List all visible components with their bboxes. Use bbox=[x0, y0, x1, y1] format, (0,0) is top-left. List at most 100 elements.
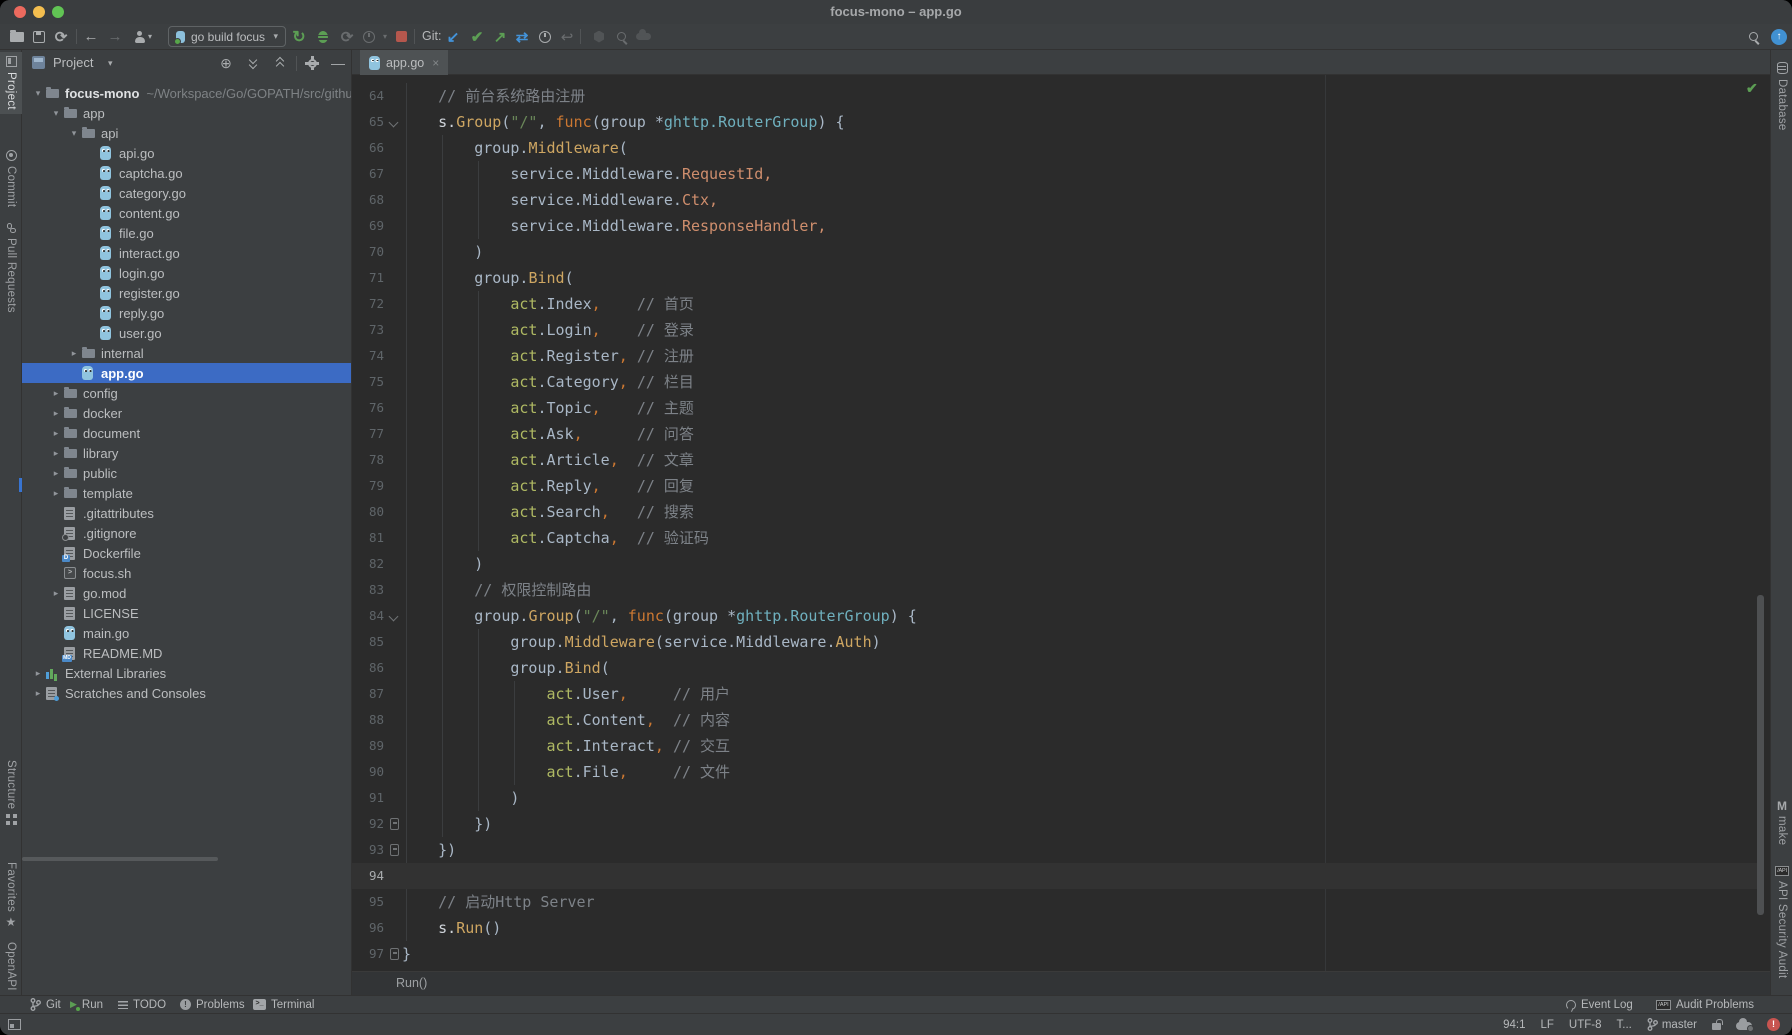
code-line-95[interactable]: 95 // 启动Http Server bbox=[352, 889, 1770, 915]
tree-item-scratches-and-consoles[interactable]: ▸Scratches and Consoles bbox=[22, 683, 352, 703]
open-icon[interactable] bbox=[6, 25, 28, 48]
chevron-right-icon[interactable]: ▸ bbox=[30, 688, 46, 699]
tool-window-switcher-icon[interactable] bbox=[8, 1019, 21, 1030]
tool-window-button-audit-problems[interactable]: /APIAudit Problems bbox=[1656, 996, 1754, 1013]
hide-icon[interactable]: — bbox=[328, 55, 348, 71]
fold-collapsed-icon[interactable] bbox=[390, 818, 399, 830]
tool-window-button-database[interactable]: Database bbox=[1771, 62, 1792, 131]
line-number[interactable]: 66 bbox=[352, 135, 384, 161]
code-line-96[interactable]: 96 s.Run() bbox=[352, 915, 1770, 941]
line-number[interactable]: 64 bbox=[352, 83, 384, 109]
locate-icon[interactable]: ⊕ bbox=[216, 55, 236, 71]
line-number[interactable]: 75 bbox=[352, 369, 384, 395]
tree-item-internal[interactable]: ▸internal bbox=[22, 343, 352, 363]
caret-position-widget[interactable]: 94:1 bbox=[1503, 1019, 1525, 1031]
line-number[interactable]: 86 bbox=[352, 655, 384, 681]
indent-widget[interactable]: T... bbox=[1617, 1019, 1632, 1031]
code-line-69[interactable]: 69 service.Middleware.ResponseHandler, bbox=[352, 213, 1770, 239]
tree-item-library[interactable]: ▸library bbox=[22, 443, 352, 463]
chevron-right-icon[interactable]: ▸ bbox=[48, 588, 64, 599]
tool-window-button-make[interactable]: Mmake bbox=[1771, 800, 1792, 845]
code-line-71[interactable]: 71 group.Bind( bbox=[352, 265, 1770, 291]
tree-item-app[interactable]: ▾app bbox=[22, 103, 352, 123]
code-line-92[interactable]: 92 }) bbox=[352, 811, 1770, 837]
line-number[interactable]: 84 bbox=[352, 603, 384, 629]
fold-collapsed-icon[interactable] bbox=[390, 844, 399, 856]
collapse-all-icon[interactable] bbox=[270, 55, 290, 71]
tree-item-main-go[interactable]: main.go bbox=[22, 623, 352, 643]
tool-window-button-todo[interactable]: TODO bbox=[118, 996, 166, 1013]
line-number[interactable]: 81 bbox=[352, 525, 384, 551]
tree-item-dockerfile[interactable]: Dockerfile bbox=[22, 543, 352, 563]
line-number[interactable]: 83 bbox=[352, 577, 384, 603]
git-branch-widget[interactable]: master bbox=[1647, 1018, 1697, 1031]
tree-item-api[interactable]: ▾api bbox=[22, 123, 352, 143]
line-number[interactable]: 92 bbox=[352, 811, 384, 837]
fold-collapsed-icon[interactable] bbox=[390, 948, 399, 960]
close-icon[interactable]: × bbox=[432, 56, 439, 70]
fold-expanded-icon[interactable] bbox=[389, 612, 399, 622]
code-line-65[interactable]: 65 s.Group("/", func(group *ghttp.Router… bbox=[352, 109, 1770, 135]
tree-item-go-mod[interactable]: ▸go.mod bbox=[22, 583, 352, 603]
fold-expanded-icon[interactable] bbox=[389, 118, 399, 128]
chevron-down-icon[interactable]: ▾ bbox=[48, 108, 64, 119]
line-number[interactable]: 72 bbox=[352, 291, 384, 317]
tool-window-button-terminal[interactable]: >_Terminal bbox=[253, 996, 314, 1013]
code-line-89[interactable]: 89 act.Interact, // 交互 bbox=[352, 733, 1770, 759]
code-line-77[interactable]: 77 act.Ask, // 问答 bbox=[352, 421, 1770, 447]
tree-item-register-go[interactable]: register.go bbox=[22, 283, 352, 303]
line-separator-widget[interactable]: LF bbox=[1540, 1019, 1553, 1031]
tool-window-button-problems[interactable]: !Problems bbox=[180, 996, 245, 1013]
inspection-ok-icon[interactable]: ✔ bbox=[1746, 80, 1758, 97]
line-number[interactable]: 94 bbox=[352, 863, 384, 889]
code-line-86[interactable]: 86 group.Bind( bbox=[352, 655, 1770, 681]
line-number[interactable]: 77 bbox=[352, 421, 384, 447]
tree-item-file-go[interactable]: file.go bbox=[22, 223, 352, 243]
code-line-75[interactable]: 75 act.Category, // 栏目 bbox=[352, 369, 1770, 395]
line-number[interactable]: 87 bbox=[352, 681, 384, 707]
code-line-70[interactable]: 70 ) bbox=[352, 239, 1770, 265]
tree-item-interact-go[interactable]: interact.go bbox=[22, 243, 352, 263]
debug-icon[interactable] bbox=[312, 25, 334, 48]
code-line-67[interactable]: 67 service.Middleware.RequestId, bbox=[352, 161, 1770, 187]
tree-item-focus-mono[interactable]: ▾focus-mono~/Workspace/Go/GOPATH/src/git… bbox=[22, 83, 352, 103]
code-line-90[interactable]: 90 act.File, // 文件 bbox=[352, 759, 1770, 785]
code-line-64[interactable]: 64 // 前台系统路由注册 bbox=[352, 83, 1770, 109]
code-line-91[interactable]: 91 ) bbox=[352, 785, 1770, 811]
chevron-right-icon[interactable]: ▸ bbox=[30, 668, 46, 679]
update-project-icon[interactable]: ↙ bbox=[442, 25, 464, 48]
expand-all-icon[interactable] bbox=[243, 55, 263, 71]
line-number[interactable]: 65 bbox=[352, 109, 384, 135]
run-icon[interactable]: ↻ bbox=[288, 25, 310, 48]
tool-window-button-openapi[interactable]: OpenAPI bbox=[0, 942, 22, 991]
vertical-scrollbar[interactable] bbox=[1757, 595, 1764, 915]
tree-item-config[interactable]: ▸config bbox=[22, 383, 352, 403]
line-number[interactable]: 91 bbox=[352, 785, 384, 811]
code-line-73[interactable]: 73 act.Login, // 登录 bbox=[352, 317, 1770, 343]
tree-item-content-go[interactable]: content.go bbox=[22, 203, 352, 223]
unlocked-icon[interactable] bbox=[1712, 1019, 1721, 1030]
line-number[interactable]: 70 bbox=[352, 239, 384, 265]
sync-icon[interactable]: ⟳ bbox=[50, 25, 72, 48]
tool-window-button-project[interactable]: Project bbox=[0, 52, 22, 114]
line-number[interactable]: 85 bbox=[352, 629, 384, 655]
code-line-93[interactable]: 93 }) bbox=[352, 837, 1770, 863]
line-number[interactable]: 76 bbox=[352, 395, 384, 421]
code-line-80[interactable]: 80 act.Search, // 搜索 bbox=[352, 499, 1770, 525]
code-line-76[interactable]: 76 act.Topic, // 主题 bbox=[352, 395, 1770, 421]
line-number[interactable]: 71 bbox=[352, 265, 384, 291]
tree-item-external-libraries[interactable]: ▸External Libraries bbox=[22, 663, 352, 683]
code-line-79[interactable]: 79 act.Reply, // 回复 bbox=[352, 473, 1770, 499]
search-everywhere-icon[interactable] bbox=[1742, 25, 1764, 48]
tool-window-button-run[interactable]: ▶Run bbox=[70, 996, 103, 1013]
chevron-right-icon[interactable]: ▸ bbox=[48, 388, 64, 399]
tree-item--gitignore[interactable]: .gitignore bbox=[22, 523, 352, 543]
ide-update-icon[interactable]: ↑ bbox=[1768, 25, 1790, 48]
project-panel-title[interactable]: Project bbox=[53, 55, 93, 70]
push-icon[interactable]: ↗ bbox=[489, 25, 511, 48]
code-line-94[interactable]: 94 bbox=[352, 863, 1770, 889]
tree-item-reply-go[interactable]: reply.go bbox=[22, 303, 352, 323]
line-number[interactable]: 79 bbox=[352, 473, 384, 499]
line-number[interactable]: 82 bbox=[352, 551, 384, 577]
chevron-right-icon[interactable]: ▸ bbox=[48, 428, 64, 439]
